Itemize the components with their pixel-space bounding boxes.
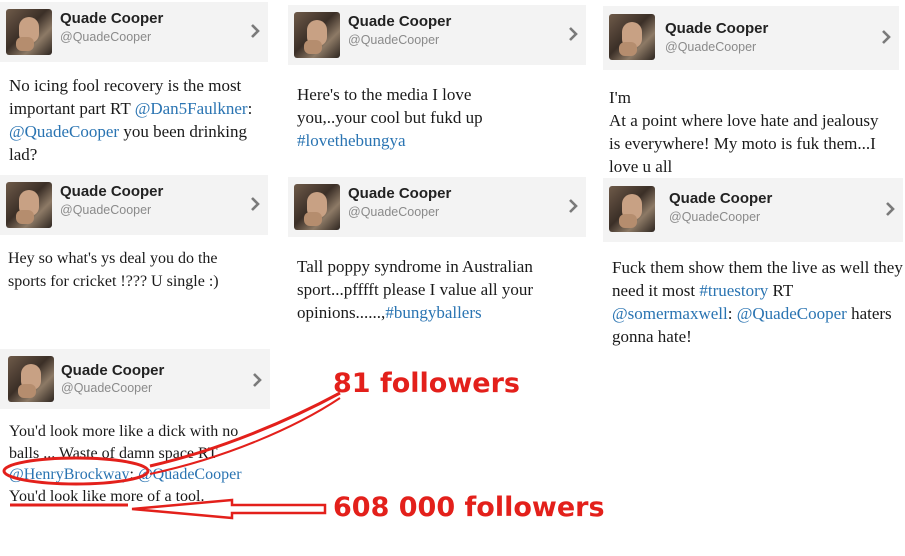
highlight-ellipse [2, 456, 150, 486]
arrow-to-608000 [131, 498, 327, 520]
annotation-overlay [2, 391, 341, 520]
arrow-to-81 [149, 391, 341, 468]
follower-count-top: 81 followers [333, 368, 520, 399]
follower-count-bottom: 608 000 followers [333, 492, 605, 523]
